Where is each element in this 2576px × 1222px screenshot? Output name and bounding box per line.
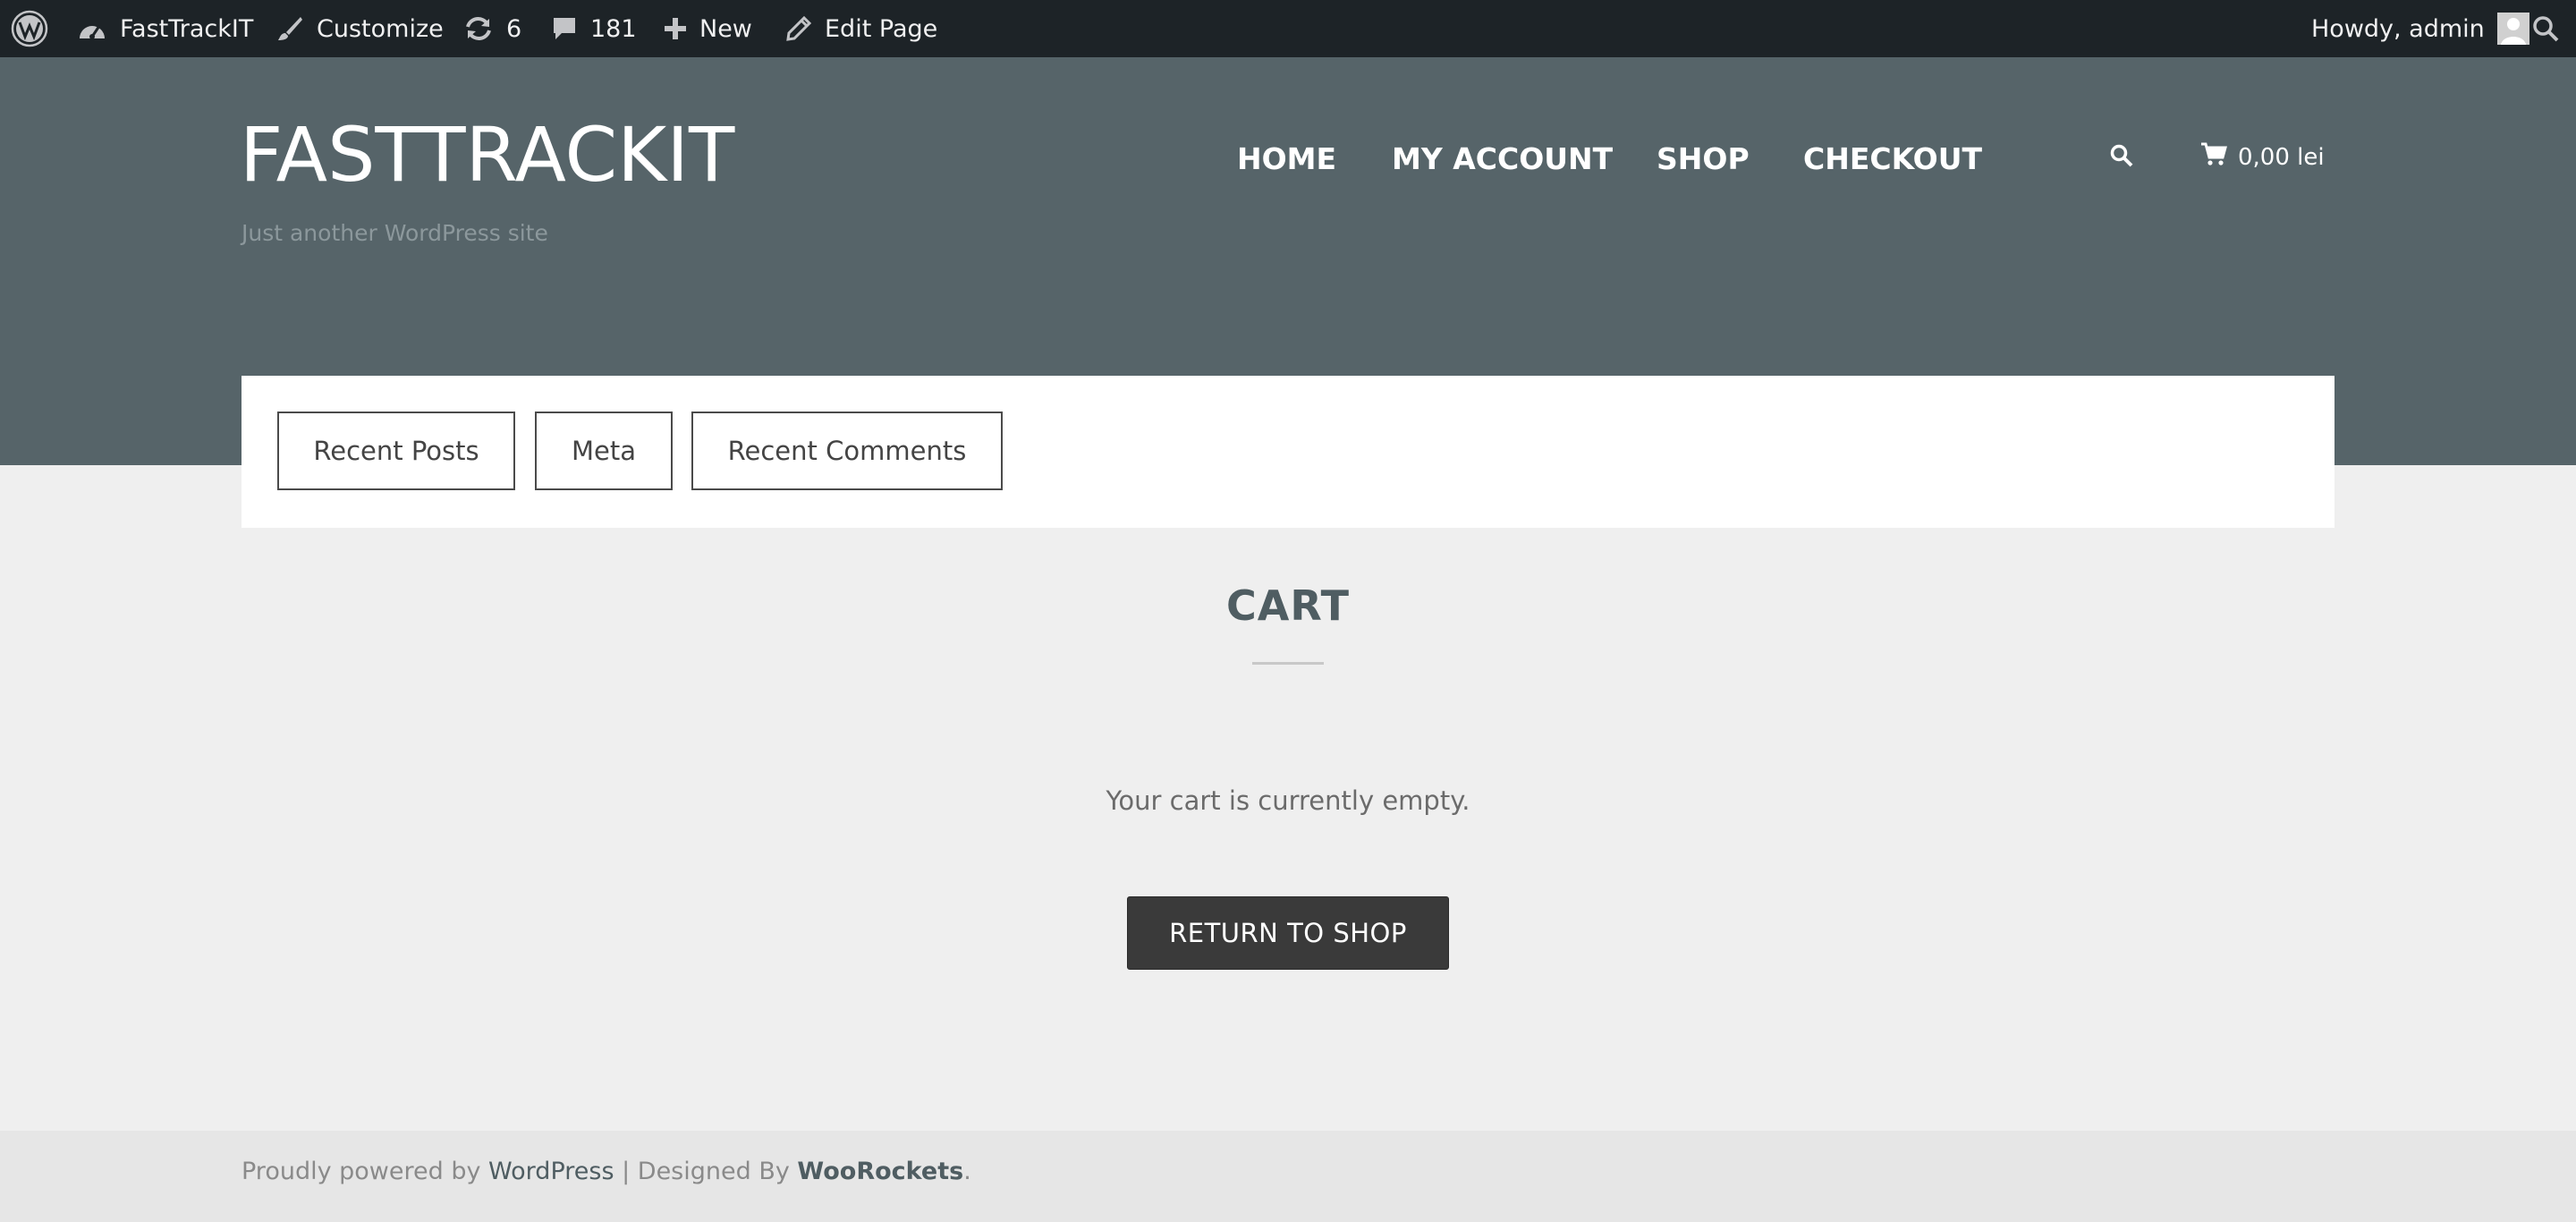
plus-icon [664, 17, 687, 40]
tab-meta[interactable]: Meta [535, 412, 673, 490]
footer-powered-text: Proudly powered by [242, 1158, 489, 1185]
tab-recent-posts[interactable]: Recent Posts [277, 412, 515, 490]
site-name-label: FastTrackIT [120, 14, 254, 43]
admin-search-button[interactable] [2531, 0, 2560, 57]
pencil-icon [785, 15, 812, 42]
avatar [2496, 13, 2529, 45]
site-title[interactable]: FASTTRACKIT [240, 111, 734, 199]
account-menu[interactable]: Howdy, admin [2311, 0, 2529, 57]
comments-icon [551, 15, 578, 42]
edit-page-link[interactable]: Edit Page [785, 0, 937, 57]
nav-shop[interactable]: SHOP [1657, 141, 1750, 176]
site-name-menu[interactable]: FastTrackIT [77, 0, 253, 57]
updates-icon [463, 15, 494, 42]
howdy-label: Howdy, admin [2311, 14, 2485, 43]
search-icon [2531, 14, 2560, 43]
brush-icon [275, 14, 304, 43]
footer-separator: | Designed By [614, 1158, 798, 1185]
new-label: New [699, 14, 752, 43]
cart-empty-message: Your cart is currently empty. [1106, 785, 1470, 816]
cart-total: 0,00 lei [2238, 143, 2325, 171]
customize-link[interactable]: Customize [275, 0, 444, 57]
nav-home[interactable]: HOME [1237, 141, 1336, 176]
search-icon [2109, 144, 2134, 172]
header-search-button[interactable] [2109, 143, 2134, 172]
admin-bar: FastTrackIT Customize 6 181 New Edit Pag… [0, 0, 2576, 57]
cart-icon [2200, 141, 2238, 173]
page-title: CART [1225, 581, 1351, 630]
title-divider [1252, 662, 1324, 665]
nav-checkout[interactable]: CHECKOUT [1803, 141, 1982, 176]
wordpress-logo-icon [11, 10, 48, 47]
updates-link[interactable]: 6 [463, 0, 521, 57]
wordpress-menu[interactable] [11, 0, 48, 57]
footer-credits: Proudly powered by WordPress | Designed … [242, 1158, 971, 1185]
header-cart[interactable]: 0,00 lei [2200, 141, 2325, 173]
comments-count: 181 [590, 14, 637, 43]
widget-tabs-bar: Recent Posts Meta Recent Comments [242, 376, 2334, 528]
new-content-menu[interactable]: New [664, 0, 752, 57]
edit-page-label: Edit Page [825, 14, 938, 43]
tab-recent-comments[interactable]: Recent Comments [691, 412, 1003, 490]
site-footer: Proudly powered by WordPress | Designed … [0, 1131, 2576, 1222]
updates-count: 6 [506, 14, 522, 43]
dashboard-icon [77, 15, 107, 42]
footer-suffix: . [963, 1158, 971, 1185]
customize-label: Customize [317, 14, 444, 43]
return-to-shop-button[interactable]: RETURN TO SHOP [1127, 896, 1449, 970]
woorockets-link[interactable]: WooRockets [797, 1158, 963, 1185]
comments-link[interactable]: 181 [551, 0, 637, 57]
nav-my-account[interactable]: MY ACCOUNT [1392, 141, 1613, 176]
site-tagline: Just another WordPress site [242, 220, 548, 246]
wordpress-link[interactable]: WordPress [488, 1158, 614, 1185]
